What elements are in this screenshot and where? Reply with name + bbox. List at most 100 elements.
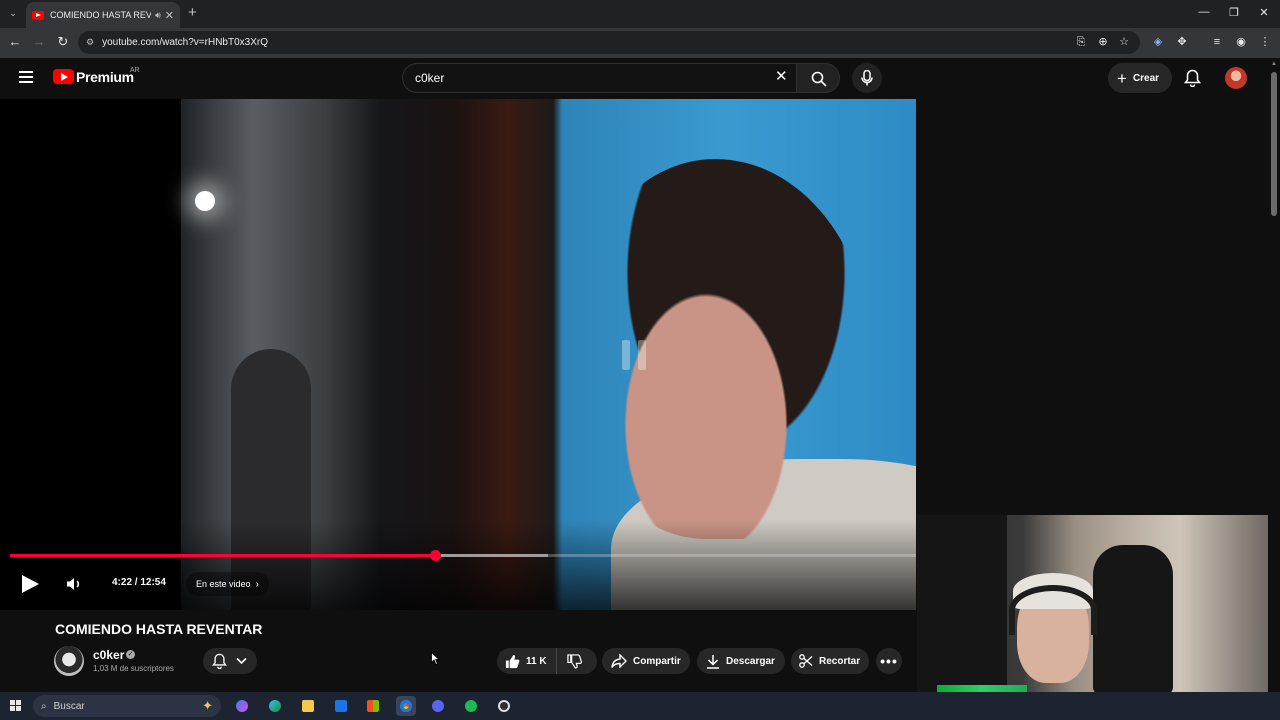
- store-icon[interactable]: [363, 696, 383, 716]
- brand-premium[interactable]: Premium: [76, 69, 134, 85]
- play-icon: [22, 575, 39, 593]
- scissors-icon: [799, 654, 813, 668]
- country-code: AR: [130, 67, 140, 74]
- share-label: Compartir: [633, 655, 681, 667]
- plus-icon: +: [1117, 68, 1127, 88]
- discord-icon[interactable]: [428, 696, 448, 716]
- obs-icon[interactable]: [494, 696, 514, 716]
- chevron-down-icon: [236, 657, 247, 665]
- address-bar[interactable]: ⚙︎ youtube.com/watch?v=rHNbT0x3XrQ: [78, 31, 1140, 54]
- close-tab-icon[interactable]: ✕: [165, 9, 174, 22]
- scroll-up-arrow-icon[interactable]: ▲: [1271, 61, 1277, 67]
- taskbar-search-box[interactable]: ⌕ Buscar ✦: [33, 695, 221, 717]
- browser-tab-youtube[interactable]: COMIENDO HASTA REVENTAR 🔊︎ ✕: [26, 2, 180, 28]
- page-scrollbar[interactable]: ▲: [1268, 58, 1280, 692]
- search-input[interactable]: c0ker: [402, 63, 796, 93]
- back-arrow-icon[interactable]: ←: [7, 34, 23, 50]
- subscription-notifications-button[interactable]: [203, 648, 257, 674]
- speaker-icon[interactable]: 🔊︎: [155, 10, 161, 21]
- webcam-acoustic-panel-shape: [917, 515, 1007, 692]
- progress-bar[interactable]: [10, 550, 916, 561]
- bell-icon: [212, 653, 227, 669]
- like-count: 11 K: [526, 655, 547, 667]
- in-this-video-button[interactable]: En este video ›: [186, 572, 269, 596]
- thumbs-down-icon: [567, 653, 582, 669]
- site-info-icon[interactable]: ⚙︎: [86, 37, 94, 48]
- install-app-icon[interactable]: ⎘: [1074, 35, 1088, 49]
- webcam-chair-shape: [1093, 545, 1173, 692]
- video-subject-head-shape: [571, 159, 871, 539]
- media-control-icon[interactable]: ≡: [1210, 35, 1224, 49]
- thumbs-up-icon: [505, 654, 520, 668]
- share-icon: [611, 654, 627, 668]
- edge-icon[interactable]: [265, 696, 285, 716]
- copilot-icon[interactable]: [232, 696, 252, 716]
- volume-icon: [67, 578, 80, 590]
- taskbar-search-placeholder: Buscar: [53, 700, 85, 712]
- download-label: Descargar: [726, 655, 775, 667]
- microphone-icon: [861, 70, 873, 86]
- windows-taskbar: ⌕ Buscar ✦: [0, 692, 1280, 720]
- video-player[interactable]: 4:22 / 12:54 En este video ›: [0, 99, 916, 610]
- download-button[interactable]: Descargar: [697, 648, 785, 674]
- create-button[interactable]: + Crear: [1108, 63, 1172, 93]
- forward-arrow-icon[interactable]: →: [31, 34, 47, 50]
- zoom-icon[interactable]: ⊕: [1096, 35, 1110, 49]
- search-button[interactable]: [796, 63, 840, 93]
- outlook-icon[interactable]: [331, 696, 351, 716]
- share-button[interactable]: Compartir: [602, 648, 690, 674]
- channel-avatar[interactable]: [54, 646, 84, 676]
- progress-played: [10, 554, 435, 557]
- reload-icon[interactable]: ↻: [55, 34, 71, 50]
- voice-search-button[interactable]: [852, 63, 882, 93]
- tab-search-chevron-icon[interactable]: ⌄: [6, 6, 20, 20]
- more-actions-button[interactable]: •••: [876, 648, 902, 674]
- in-this-video-label: En este video: [196, 579, 251, 589]
- scrollbar-thumb[interactable]: [1271, 72, 1277, 216]
- mouse-cursor-icon: [431, 651, 441, 670]
- webcam-headset-shape: [1009, 585, 1097, 635]
- like-button[interactable]: 11 K: [497, 648, 557, 674]
- channel-name[interactable]: c0ker: [93, 648, 124, 662]
- search-highlight-icon: ✦: [202, 698, 213, 713]
- bookmark-star-icon[interactable]: ☆: [1117, 35, 1131, 49]
- subscriber-count: 1,03 M de suscriptores: [93, 664, 174, 673]
- file-explorer-icon[interactable]: [298, 696, 318, 716]
- close-window-icon[interactable]: ✕: [1257, 6, 1271, 19]
- chevron-right-icon: ›: [255, 578, 259, 590]
- dislike-button[interactable]: [557, 653, 588, 669]
- youtube-logo-icon[interactable]: [53, 69, 74, 84]
- restore-icon[interactable]: ❐: [1227, 6, 1241, 19]
- profile-icon[interactable]: ◉: [1234, 35, 1248, 49]
- webcam-overlay: [917, 515, 1268, 692]
- new-tab-plus-icon[interactable]: +: [188, 5, 197, 21]
- clip-button[interactable]: Recortar: [791, 648, 869, 674]
- search-query-text: c0ker: [415, 71, 445, 85]
- verified-check-icon: ✓: [126, 650, 135, 659]
- create-label: Crear: [1132, 72, 1160, 84]
- search-icon: ⌕: [41, 700, 47, 712]
- clear-search-icon[interactable]: ✕: [775, 68, 788, 86]
- download-icon: [707, 654, 719, 669]
- browser-toolbar: ← → ↻ ⚙︎ youtube.com/watch?v=rHNbT0x3XrQ…: [0, 28, 1280, 58]
- youtube-favicon-icon: [32, 10, 44, 20]
- more-dots-icon: •••: [880, 653, 898, 669]
- clip-label: Recortar: [819, 655, 861, 667]
- spotify-icon[interactable]: [461, 696, 481, 716]
- video-lamp-shape: [195, 191, 215, 211]
- minimize-icon[interactable]: —: [1197, 6, 1211, 18]
- search-icon: [811, 71, 827, 87]
- extension-shield-icon[interactable]: ◈: [1151, 35, 1165, 49]
- controls-gradient: [0, 520, 916, 610]
- extensions-puzzle-icon[interactable]: ✥: [1175, 35, 1189, 49]
- chrome-menu-icon[interactable]: ⋮: [1258, 35, 1272, 49]
- menu-hamburger-icon[interactable]: [19, 71, 33, 83]
- chrome-icon[interactable]: [396, 696, 416, 716]
- volume-button[interactable]: [66, 576, 82, 597]
- progress-scrubber[interactable]: [429, 550, 441, 561]
- notifications-bell-icon[interactable]: [1183, 69, 1202, 92]
- youtube-masthead: Premium AR c0ker ✕ + Crear: [0, 58, 1268, 98]
- play-button[interactable]: [20, 574, 40, 599]
- account-avatar[interactable]: [1225, 67, 1247, 89]
- windows-start-icon[interactable]: [10, 700, 22, 712]
